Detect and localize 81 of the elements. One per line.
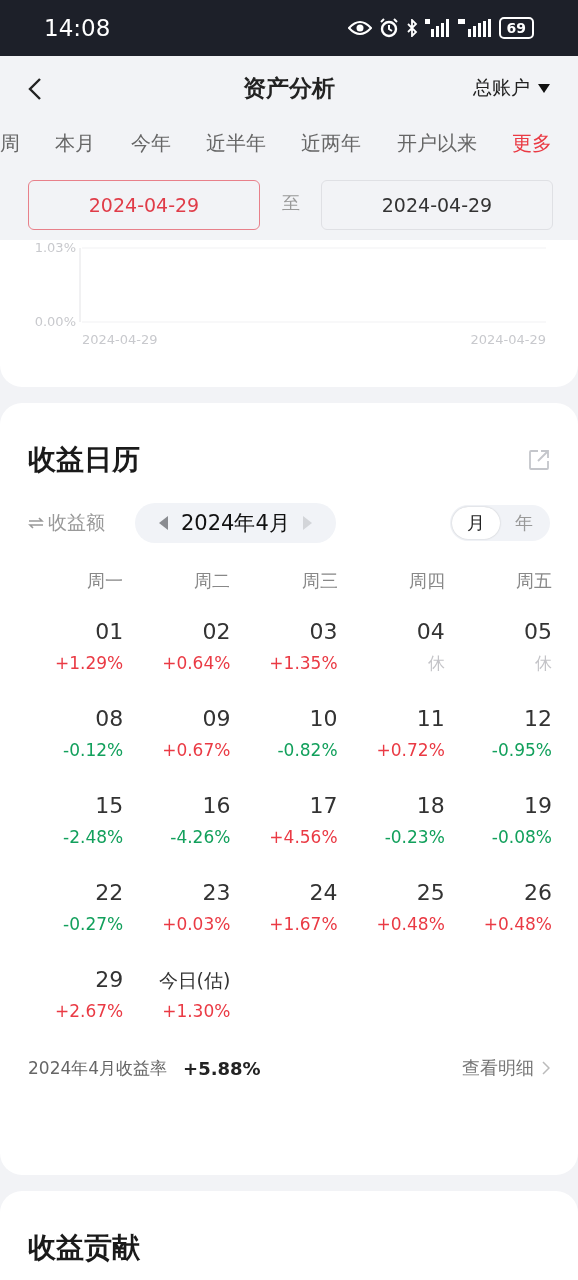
day-return: -0.23% bbox=[384, 826, 445, 848]
eye-icon bbox=[347, 20, 372, 36]
period-tab[interactable]: 近半年 bbox=[206, 129, 266, 157]
status-time: 14:08 bbox=[44, 15, 111, 41]
caret-icon bbox=[538, 83, 550, 93]
day-number[interactable]: 22 bbox=[95, 880, 124, 906]
day-return: 休 bbox=[427, 652, 445, 674]
battery-level: 69 bbox=[498, 17, 534, 39]
signal-icon bbox=[424, 19, 451, 37]
day-return: +0.72% bbox=[376, 739, 445, 761]
account-dropdown[interactable]: 总账户 bbox=[473, 75, 550, 101]
previous-icon[interactable] bbox=[159, 516, 169, 530]
day-return: -0.95% bbox=[491, 739, 552, 761]
day-return: 休 bbox=[535, 652, 552, 674]
month-label: 2024年4月 bbox=[181, 510, 290, 537]
range-separator: 至 bbox=[280, 191, 301, 215]
day-number[interactable]: 02 bbox=[202, 619, 231, 645]
summary-label: 2024年4月收益率 bbox=[28, 1056, 168, 1080]
section-title: 收益贡献 bbox=[28, 1231, 140, 1264]
day-number[interactable]: 15 bbox=[95, 793, 124, 819]
day-number[interactable]: 19 bbox=[524, 793, 552, 819]
alarm-icon bbox=[378, 18, 399, 38]
back-icon[interactable] bbox=[28, 77, 42, 101]
day-return: -0.12% bbox=[63, 739, 124, 761]
end-date-field[interactable]: 2024-04-29 bbox=[321, 180, 553, 230]
weekday-label: 周五 bbox=[515, 569, 552, 593]
day-number[interactable]: 12 bbox=[524, 706, 552, 732]
day-return: +0.67% bbox=[162, 739, 231, 761]
weekday-label: 周一 bbox=[86, 569, 124, 593]
day-return: +0.03% bbox=[162, 913, 231, 935]
period-tab[interactable]: 近两年 bbox=[301, 129, 362, 157]
period-tab[interactable]: 更多 bbox=[511, 129, 552, 157]
day-number[interactable]: 11 bbox=[416, 706, 445, 732]
day-return: -2.48% bbox=[63, 826, 124, 848]
summary-value: +5.88% bbox=[183, 1057, 261, 1079]
bluetooth-icon bbox=[405, 19, 418, 37]
view-tab[interactable]: 月 bbox=[452, 507, 500, 539]
period-tab[interactable]: 周 bbox=[0, 129, 20, 157]
day-number[interactable]: 08 bbox=[95, 706, 124, 732]
day-return: -4.26% bbox=[170, 826, 231, 848]
share-icon[interactable] bbox=[528, 449, 550, 471]
day-return: +1.35% bbox=[269, 652, 338, 674]
day-number[interactable]: 01 bbox=[95, 619, 124, 645]
day-number[interactable]: 05 bbox=[524, 619, 552, 645]
day-return: +0.64% bbox=[162, 652, 231, 674]
day-number[interactable]: 29 bbox=[95, 967, 124, 993]
day-return: +1.30% bbox=[162, 1000, 231, 1022]
page-title: 资产分析 bbox=[243, 73, 335, 103]
day-number[interactable]: 25 bbox=[416, 880, 445, 906]
swap-icon bbox=[28, 517, 44, 529]
detail-link[interactable]: 查看明细 bbox=[462, 1056, 550, 1080]
weekday-label: 周三 bbox=[300, 569, 338, 593]
day-number[interactable]: 03 bbox=[309, 619, 338, 645]
day-return: -0.82% bbox=[277, 739, 338, 761]
day-number[interactable]: 26 bbox=[524, 880, 552, 906]
day-number[interactable]: 09 bbox=[202, 706, 231, 732]
period-tab[interactable]: 开户以来 bbox=[396, 129, 477, 157]
day-number[interactable]: 04 bbox=[416, 619, 445, 645]
day-return: +0.48% bbox=[483, 913, 552, 935]
day-number[interactable]: 18 bbox=[416, 793, 445, 819]
day-number[interactable]: 24 bbox=[309, 880, 338, 906]
day-number[interactable]: 10 bbox=[309, 706, 338, 732]
section-title: 收益日历 bbox=[28, 442, 140, 478]
day-return: +4.56% bbox=[269, 826, 338, 848]
chevron-icon bbox=[542, 1061, 550, 1075]
day-return: +1.67% bbox=[269, 913, 338, 935]
weekday-label: 周四 bbox=[407, 569, 445, 593]
day-return: -0.27% bbox=[63, 913, 124, 935]
day-return: +2.67% bbox=[54, 1000, 124, 1022]
day-number[interactable]: 今日(估) bbox=[158, 967, 231, 993]
period-tab[interactable]: 本月 bbox=[55, 129, 96, 157]
day-return: -0.08% bbox=[491, 826, 552, 848]
day-number[interactable]: 17 bbox=[309, 793, 338, 819]
day-return: +0.48% bbox=[376, 913, 445, 935]
day-return: +1.29% bbox=[54, 652, 124, 674]
weekday-label: 周二 bbox=[193, 569, 231, 593]
signal-icon bbox=[457, 19, 492, 37]
day-number[interactable]: 16 bbox=[202, 793, 231, 819]
period-tab[interactable]: 今年 bbox=[130, 129, 171, 157]
day-number[interactable]: 23 bbox=[202, 880, 231, 906]
start-date-field[interactable]: 2024-04-29 bbox=[28, 180, 260, 230]
